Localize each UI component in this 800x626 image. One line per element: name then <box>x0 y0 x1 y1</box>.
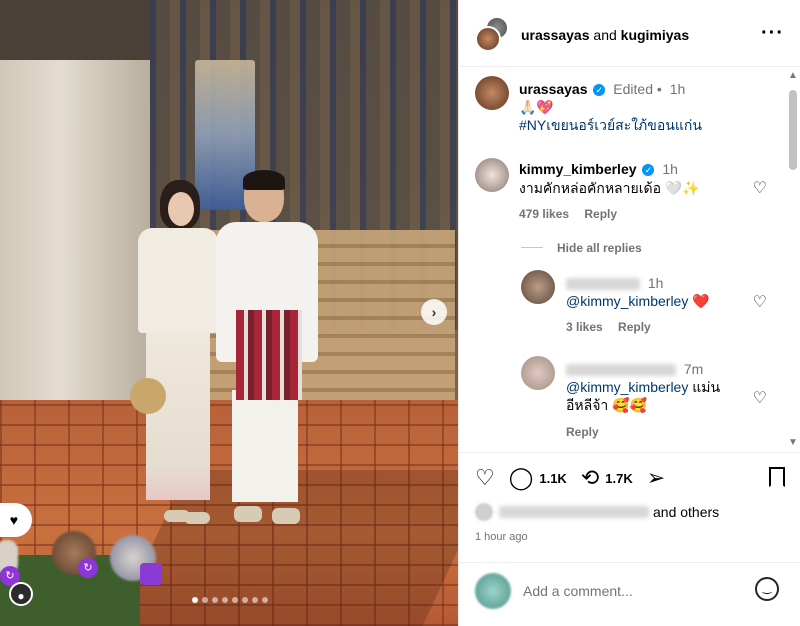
comment-header: kimmy_kimberley ✓ 1h <box>519 160 678 178</box>
like-icon[interactable]: ♡ <box>475 465 495 491</box>
comment-meta: 479 likes Reply <box>519 207 617 221</box>
reply-header: 7m <box>566 360 703 378</box>
post-photo[interactable]: › ♥ ↻ ↻ ● <box>0 0 458 626</box>
blurred-liker-names <box>499 506 649 518</box>
woman-face <box>168 192 194 226</box>
current-user-avatar[interactable] <box>475 573 511 609</box>
woven-bag <box>130 378 166 414</box>
blurred-username <box>566 364 676 377</box>
verified-icon: ✓ <box>593 84 606 96</box>
share-icon[interactable]: ➢ <box>647 465 665 491</box>
post-time[interactable]: 1 hour ago <box>475 531 528 543</box>
like-reply-icon[interactable]: ♡ <box>753 388 767 408</box>
carousel-dot[interactable] <box>202 597 208 603</box>
repost-badge-icon <box>140 563 162 585</box>
emoji-icon[interactable]: ‿ <box>755 577 779 601</box>
woman-blouse <box>138 228 218 333</box>
woman-skirt <box>146 330 210 500</box>
comments-scrollbar[interactable]: ▲ ▼ <box>788 70 798 448</box>
woman-shoe <box>184 512 210 524</box>
repost-count[interactable]: 1.7K <box>605 471 632 486</box>
carousel-dot[interactable] <box>222 597 228 603</box>
man-shoe <box>272 508 300 524</box>
post-header: urassayas and kugimiyas ··· <box>459 0 800 67</box>
caption-hashtag[interactable]: #NYเขยนอร์เวย์สะใภ้ขอนแก่น <box>519 116 702 134</box>
reply-button[interactable]: Reply <box>566 425 599 439</box>
next-slide-button[interactable]: › <box>421 299 447 325</box>
commenter-avatar[interactable] <box>475 158 509 192</box>
carousel-dot[interactable] <box>252 597 258 603</box>
user-icon[interactable]: ● <box>9 582 33 606</box>
carousel-dot[interactable] <box>212 597 218 603</box>
reply-header: 1h <box>566 274 663 292</box>
reply-avatar[interactable] <box>521 270 555 304</box>
replies-divider <box>521 247 543 248</box>
post-panel: urassayas and kugimiyas ··· urassayas ✓ … <box>458 0 800 626</box>
scroll-up-icon[interactable]: ▲ <box>788 70 798 81</box>
comment-icon[interactable]: ◯ <box>509 465 534 491</box>
more-icon[interactable]: ··· <box>761 22 784 45</box>
reply-text: @kimmy_kimberley ❤️ <box>566 292 710 310</box>
reply-time: 7m <box>683 361 704 377</box>
scroll-thumb[interactable] <box>789 90 797 170</box>
pillar-shadow <box>0 0 150 60</box>
reply-likes[interactable]: 3 likes <box>566 320 603 334</box>
add-comment-bar: Add a comment... ‿ <box>459 562 800 626</box>
author-avatar[interactable] <box>475 26 501 52</box>
edited-label: Edited <box>613 81 653 97</box>
comment-count[interactable]: 1.1K <box>539 471 566 486</box>
reply-text-part: แม่น <box>688 379 721 395</box>
collab-names: urassayas and kugimiyas <box>521 27 689 43</box>
reply-time: 1h <box>647 275 664 291</box>
comments-section[interactable]: urassayas ✓ Edited • 1h 🙏🏻💖 #NYเขยนอร์เว… <box>459 68 800 452</box>
man-hair <box>243 170 285 190</box>
reply-text-line2: อีหลีจ้า 🥰🥰 <box>566 397 648 413</box>
caption-avatar[interactable] <box>475 76 509 110</box>
caption-time: 1h <box>669 81 686 97</box>
comment-username[interactable]: kimmy_kimberley <box>519 161 637 177</box>
man-pants <box>232 390 298 502</box>
comment-time: 1h <box>662 161 678 177</box>
carousel-dot[interactable] <box>262 597 268 603</box>
and-text: and <box>593 27 617 43</box>
repost-icon[interactable]: ⟲ <box>581 465 599 491</box>
like-reply-icon[interactable]: ♡ <box>753 292 767 312</box>
repost-badge-icon: ↻ <box>78 558 98 578</box>
reply-avatar[interactable] <box>521 356 555 390</box>
author-username[interactable]: urassayas <box>521 27 590 43</box>
carousel-dot[interactable] <box>242 597 248 603</box>
carousel-dot[interactable] <box>232 597 238 603</box>
man-shoe <box>234 506 262 522</box>
plaid-sarong <box>236 310 302 400</box>
blurred-username <box>566 278 640 291</box>
white-pillar <box>0 40 150 460</box>
comment-text: งามคักหล่อคักหลายเด้อ 🤍✨ <box>519 180 700 196</box>
liker-avatar[interactable] <box>475 503 493 521</box>
reply-emoji: ❤️ <box>692 293 710 309</box>
comment-input[interactable]: Add a comment... <box>523 583 633 599</box>
like-comment-icon[interactable]: ♡ <box>753 178 767 198</box>
caption-header: urassayas ✓ Edited • 1h <box>519 80 685 98</box>
reply-button[interactable]: Reply <box>618 320 651 334</box>
verified-icon: ✓ <box>642 164 655 176</box>
mention-link[interactable]: @kimmy_kimberley <box>566 379 688 395</box>
reply-text: @kimmy_kimberley แม่น <box>566 378 720 396</box>
collab-username[interactable]: kugimiyas <box>621 27 689 43</box>
separator: • <box>656 81 662 97</box>
mention-link[interactable]: @kimmy_kimberley <box>566 293 688 309</box>
liked-by-line: and others <box>475 503 719 521</box>
caption-username[interactable]: urassayas <box>519 81 588 97</box>
carousel-dots <box>192 597 268 603</box>
hide-replies-button[interactable]: Hide all replies <box>557 241 642 255</box>
caption-emojis: 🙏🏻💖 <box>519 99 554 115</box>
reply-button[interactable]: Reply <box>584 207 617 221</box>
reply-meta: 3 likes Reply <box>566 320 651 334</box>
action-row: ♡ ◯ 1.1K ⟲ 1.7K ➢ <box>475 465 665 491</box>
carousel-dot[interactable] <box>192 597 198 603</box>
scroll-down-icon[interactable]: ▼ <box>788 437 798 448</box>
and-others-link[interactable]: and others <box>653 504 719 520</box>
comment-likes[interactable]: 479 likes <box>519 207 569 221</box>
post-actions: ♡ ◯ 1.1K ⟲ 1.7K ➢ and others 1 hour ago <box>459 452 800 562</box>
save-icon[interactable] <box>769 467 785 487</box>
